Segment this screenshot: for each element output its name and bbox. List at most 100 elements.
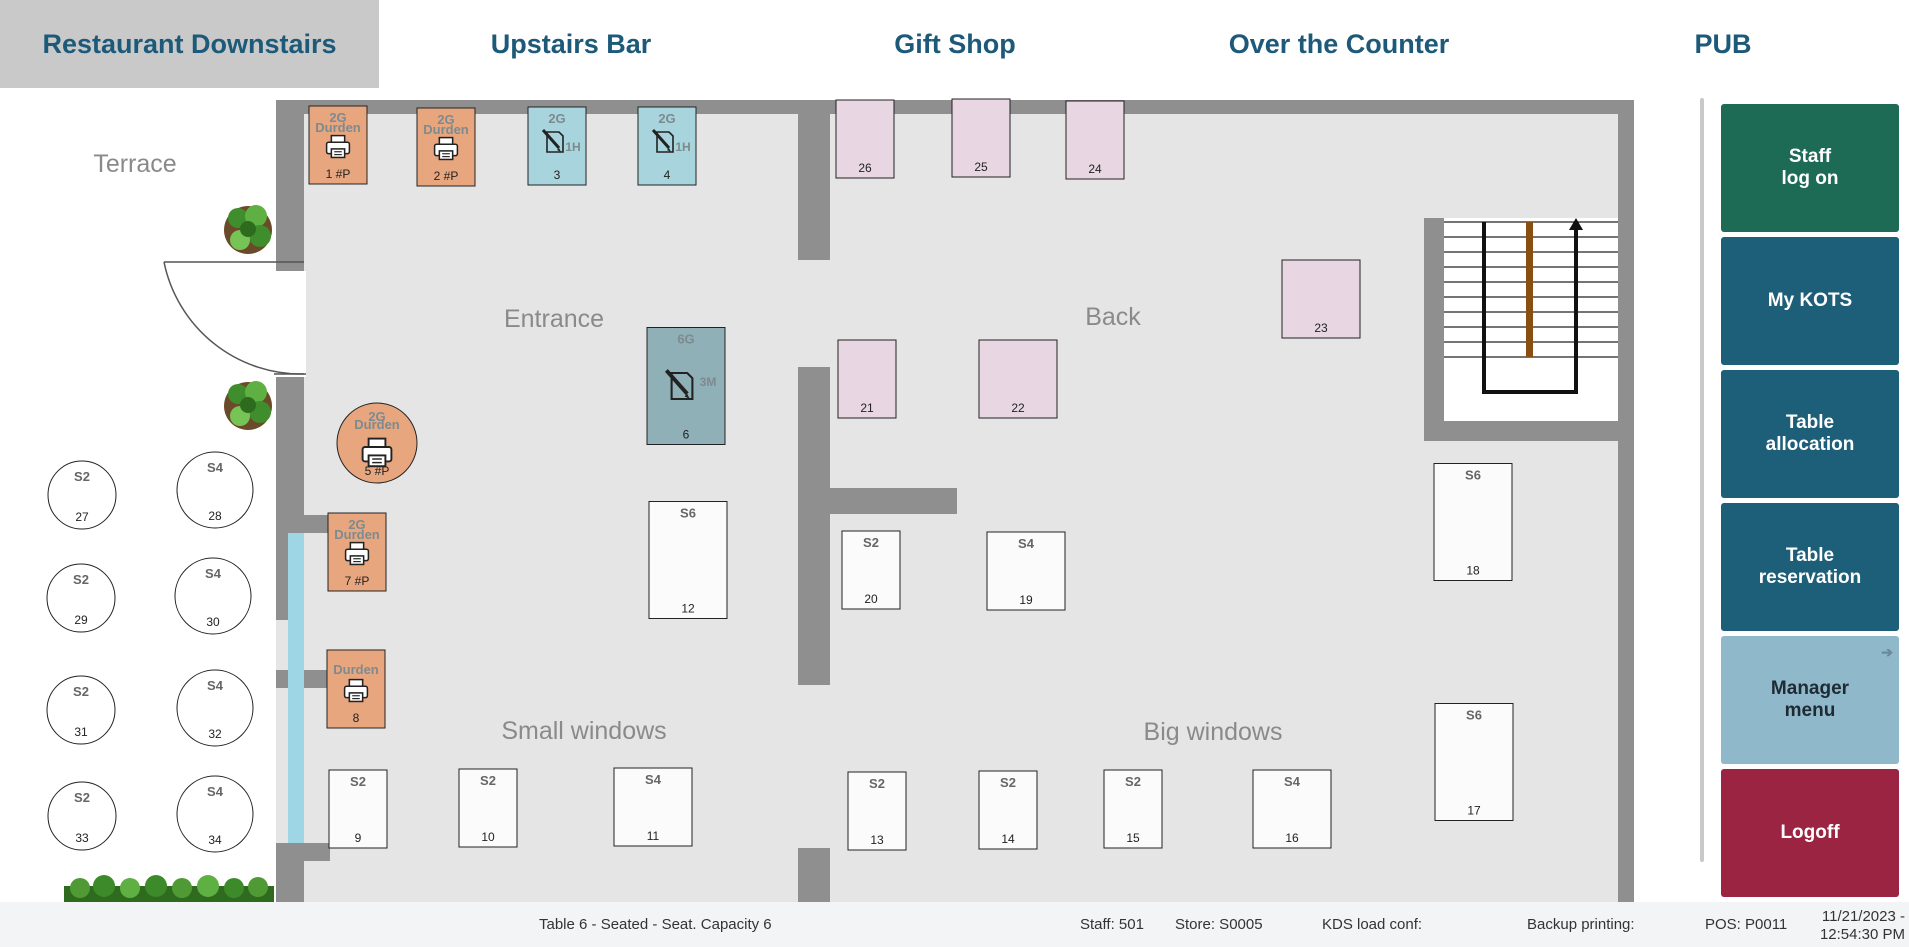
table-8[interactable]: Durden 8 xyxy=(326,649,386,729)
table-seat-info: S2 xyxy=(74,469,90,484)
window-strip xyxy=(288,533,304,843)
table-11[interactable]: S4 11 xyxy=(613,767,693,847)
table-21[interactable]: 21 xyxy=(837,339,897,419)
table-number: 3 xyxy=(554,168,561,182)
table-24[interactable]: 24 xyxy=(1065,100,1125,180)
area-label-small-windows: Small windows xyxy=(501,717,666,745)
table-seat-info: 2G xyxy=(548,111,565,126)
table-number: 15 xyxy=(1126,831,1140,845)
table-13[interactable]: S2 13 xyxy=(847,771,907,851)
table-3[interactable]: 2G1H 3 xyxy=(527,106,587,186)
table-number: 28 xyxy=(208,509,222,523)
table-number: 34 xyxy=(208,833,222,847)
table-4[interactable]: 2G1H 4 xyxy=(637,106,697,186)
arrow-right-icon: ➔ xyxy=(1881,644,1893,660)
my-kots-button[interactable]: My KOTS xyxy=(1721,237,1899,365)
kds-load-conf: KDS load conf: xyxy=(1322,916,1423,933)
side-button-label: My KOTS xyxy=(1767,290,1853,311)
table-seat-info: S4 xyxy=(207,460,224,475)
table-15[interactable]: S2 15 xyxy=(1103,769,1163,849)
table-5[interactable]: 2GDurden5 #P xyxy=(336,402,418,484)
area-label-entrance: Entrance xyxy=(504,305,604,333)
tab-pub[interactable]: PUB xyxy=(1531,0,1909,88)
table-seat-info: S4 xyxy=(207,784,224,799)
table-25[interactable]: 25 xyxy=(951,98,1011,178)
table-18[interactable]: S6 18 xyxy=(1433,463,1513,581)
table-number: 21 xyxy=(860,401,874,415)
scrollbar[interactable] xyxy=(1700,98,1704,862)
table-course-info: 1H xyxy=(565,140,580,154)
table-number: 31 xyxy=(74,725,88,739)
tab-restaurant-downstairs[interactable]: Restaurant Downstairs xyxy=(0,0,379,88)
table-course-info: 3M xyxy=(700,375,717,389)
table-number: 7 #P xyxy=(345,574,370,588)
pos-id: POS: P0011 xyxy=(1705,916,1788,933)
area-label-back: Back xyxy=(1085,303,1141,331)
table-23[interactable]: 23 xyxy=(1281,259,1361,339)
staff-log-on-button[interactable]: Staff log on xyxy=(1721,104,1899,232)
table-number: 22 xyxy=(1011,401,1025,415)
table-31[interactable]: S2 31 xyxy=(46,675,116,745)
table-32[interactable]: S4 32 xyxy=(176,669,254,747)
side-button-label: Staff log on xyxy=(1781,146,1839,189)
table-seat-info: S2 xyxy=(1125,774,1141,789)
logoff-button[interactable]: Logoff xyxy=(1721,769,1899,897)
table-seat-info: S4 xyxy=(207,678,224,693)
plant-icon xyxy=(224,381,272,430)
table-7[interactable]: 2GDurden7 #P xyxy=(327,512,387,592)
table-1[interactable]: 2GDurden1 #P xyxy=(308,105,368,185)
staff-id: Staff: 501 xyxy=(1080,916,1144,933)
table-29[interactable]: S2 29 xyxy=(46,563,116,633)
table-seat-info: S2 xyxy=(73,684,89,699)
table-seat-info: S2 xyxy=(1000,775,1016,790)
table-server-name: Durden xyxy=(334,527,380,542)
table-number: 9 xyxy=(355,831,362,845)
table-seat-info: S2 xyxy=(350,774,366,789)
table-seat-info: S2 xyxy=(863,535,879,550)
table-27[interactable]: S2 27 xyxy=(47,460,117,530)
area-label-terrace: Terrace xyxy=(93,150,176,178)
table-seat-info: S4 xyxy=(1284,774,1301,789)
table-2[interactable]: 2GDurden2 #P xyxy=(416,107,476,187)
table-9[interactable]: S2 9 xyxy=(328,769,388,849)
table-seat-info: S6 xyxy=(1465,468,1481,483)
table-33[interactable]: S2 33 xyxy=(47,781,117,851)
table-number: 10 xyxy=(481,830,495,844)
table-30[interactable]: S4 30 xyxy=(174,557,252,635)
table-status-info: Table 6 - Seated - Seat. Capacity 6 xyxy=(539,916,772,933)
tab-upstairs-bar[interactable]: Upstairs Bar xyxy=(379,0,763,88)
table-number: 33 xyxy=(75,831,89,845)
area-tabs: Restaurant Downstairs Upstairs Bar Gift … xyxy=(0,0,1909,88)
table-6[interactable]: 6G 3M 6 xyxy=(646,327,726,445)
table-server-name: Durden xyxy=(354,417,400,432)
tab-over-the-counter[interactable]: Over the Counter xyxy=(1147,0,1531,88)
tab-gift-shop[interactable]: Gift Shop xyxy=(763,0,1147,88)
table-reservation-button[interactable]: Table reservation xyxy=(1721,503,1899,631)
table-26[interactable]: 26 xyxy=(835,99,895,179)
table-28[interactable]: S4 28 xyxy=(176,451,254,529)
table-seat-info: S6 xyxy=(680,506,696,521)
table-19[interactable]: S4 19 xyxy=(986,531,1066,611)
date-text: 11/21/2023 - xyxy=(1821,908,1905,925)
table-10[interactable]: S2 10 xyxy=(458,768,518,848)
table-14[interactable]: S2 14 xyxy=(978,770,1038,850)
side-button-label: Table allocation xyxy=(1765,412,1855,455)
table-seat-info: S4 xyxy=(205,566,222,581)
table-seat-info: S2 xyxy=(73,572,89,587)
table-12[interactable]: S6 12 xyxy=(648,501,728,619)
table-number: 27 xyxy=(75,510,89,524)
manager-menu-button[interactable]: Manager menu ➔ xyxy=(1721,636,1899,764)
table-number: 14 xyxy=(1001,832,1015,846)
table-16[interactable]: S4 16 xyxy=(1252,769,1332,849)
table-22[interactable]: 22 xyxy=(978,339,1058,419)
status-bar: Table 6 - Seated - Seat. Capacity 6 Staf… xyxy=(0,902,1909,947)
table-34[interactable]: S4 34 xyxy=(176,775,254,853)
table-number: 2 #P xyxy=(434,169,459,183)
table-20[interactable]: S2 20 xyxy=(841,530,901,610)
table-server-name: Durden xyxy=(333,662,379,677)
table-17[interactable]: S6 17 xyxy=(1434,703,1514,821)
table-number: 11 xyxy=(647,829,660,843)
table-number: 4 xyxy=(664,168,671,182)
side-button-label: Manager menu xyxy=(1770,678,1850,721)
table-allocation-button[interactable]: Table allocation xyxy=(1721,370,1899,498)
